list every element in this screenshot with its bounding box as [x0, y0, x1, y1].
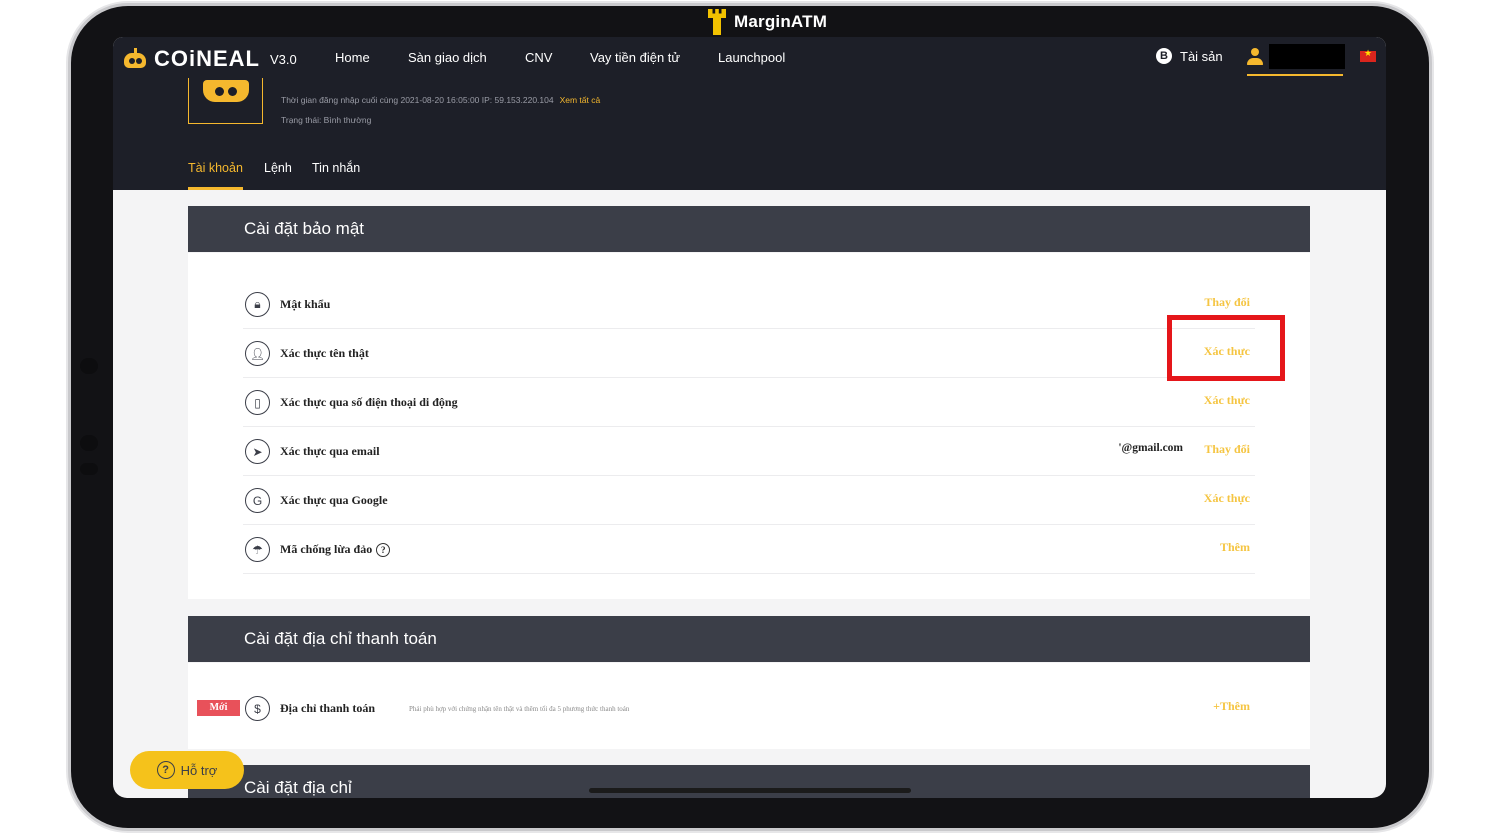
side-button	[80, 358, 98, 374]
payment-section-title: Cài đặt địa chỉ thanh toán	[188, 616, 1310, 662]
user-icon	[1247, 48, 1263, 66]
question-icon: ?	[156, 761, 175, 779]
phone-icon: ▯	[245, 390, 270, 415]
support-button[interactable]: ? Hỗ trợ	[130, 751, 244, 789]
tab-orders[interactable]: Lệnh	[264, 161, 292, 190]
redacted-username	[1269, 44, 1345, 69]
payment-row: $ Địa chỉ thanh toán +Thêm	[243, 684, 1255, 733]
last-login-info: Thời gian đăng nhập cuối cùng 2021-08-20…	[281, 95, 600, 105]
tab-messages[interactable]: Tin nhắn	[312, 161, 360, 190]
security-section-title: Cài đặt bảo mật	[188, 206, 1310, 252]
row-label: Mã chống lừa đảo?	[280, 542, 391, 558]
assets-label: Tài sản	[1180, 48, 1223, 64]
top-navigation: COiNEAL V3.0 Home Sàn giao dịch CNV Vay …	[113, 37, 1386, 78]
verify-phone-button[interactable]: Xác thực	[1204, 393, 1250, 408]
robot-logo-icon	[122, 48, 148, 70]
umbrella-icon: ☂︎	[245, 537, 270, 562]
row-label: Xác thực qua số điện thoại di động	[280, 395, 458, 409]
row-label: Xác thực tên thật	[280, 346, 369, 360]
nav-cnv[interactable]: CNV	[525, 50, 552, 65]
new-badge: Mới	[197, 700, 240, 716]
security-row-email: ➤ Xác thực qua email '@gmail.com Thay đổ…	[243, 427, 1255, 476]
lock-icon: 🔒︎	[245, 292, 270, 317]
row-label: Xác thực qua email	[280, 444, 380, 458]
last-login-text: Thời gian đăng nhập cuối cùng 2021-08-20…	[281, 95, 554, 105]
security-row-real-name: 👤︎ Xác thực tên thật Xác thực	[243, 329, 1255, 378]
verify-google-button[interactable]: Xác thực	[1204, 491, 1250, 506]
security-row-anti-phishing: ☂︎ Mã chống lừa đảo? Thêm	[243, 525, 1255, 574]
logo-version: V3.0	[270, 51, 297, 67]
change-email-button[interactable]: Thay đổi	[1204, 442, 1250, 457]
coin-icon: $	[245, 696, 270, 721]
user-menu[interactable]	[1247, 42, 1345, 76]
highlight-box	[1167, 315, 1285, 381]
nav-exchange[interactable]: Sàn giao dịch	[408, 50, 487, 65]
payment-section: Mới $ Địa chỉ thanh toán +Thêm Phải phù …	[188, 663, 1310, 749]
brand-watermark: MarginATM	[708, 9, 827, 35]
security-row-phone: ▯ Xác thực qua số điện thoại di động Xác…	[243, 378, 1255, 427]
add-payment-button[interactable]: +Thêm	[1213, 699, 1250, 714]
row-label: Mật khẩu	[280, 297, 331, 311]
robot-avatar-icon	[203, 80, 249, 102]
security-row-google: G Xác thực qua Google Xác thực	[243, 476, 1255, 525]
side-button	[80, 435, 98, 451]
home-indicator	[589, 788, 911, 793]
screen: COiNEAL V3.0 Home Sàn giao dịch CNV Vay …	[113, 37, 1386, 798]
profile-header: Thời gian đăng nhập cuối cùng 2021-08-20…	[113, 78, 1386, 190]
coineal-logo[interactable]: COiNEAL V3.0	[122, 46, 297, 72]
view-all-link[interactable]: Xem tất cả	[560, 95, 601, 105]
nav-crypto-loans[interactable]: Vay tiền điện tử	[590, 50, 680, 65]
help-icon[interactable]: ?	[376, 543, 391, 558]
email-value: '@gmail.com	[1118, 442, 1183, 454]
tab-account[interactable]: Tài khoản	[188, 161, 243, 190]
anti-phishing-label: Mã chống lừa đảo	[280, 542, 373, 556]
change-password-button[interactable]: Thay đổi	[1204, 295, 1250, 310]
row-label: Địa chỉ thanh toán	[280, 701, 376, 715]
bitcoin-icon: B	[1156, 48, 1172, 64]
security-row-password: 🔒︎ Mật khẩu Thay đổi	[243, 280, 1255, 329]
account-status: Trạng thái: Bình thường	[281, 115, 372, 125]
add-anti-phishing-button[interactable]: Thêm	[1220, 540, 1250, 555]
nav-home[interactable]: Home	[335, 50, 370, 65]
brand-name: MarginATM	[734, 12, 828, 31]
row-label: Xác thực qua Google	[280, 493, 388, 507]
person-icon: 👤︎	[245, 341, 270, 366]
logo-text: COiNEAL	[154, 46, 260, 71]
google-icon: G	[245, 488, 270, 513]
security-section: 🔒︎ Mật khẩu Thay đổi 👤︎ Xác thực tên thậ…	[188, 253, 1310, 599]
side-button	[80, 463, 98, 475]
send-icon: ➤	[245, 439, 270, 464]
address-section-title: Cài đặt địa chỉ	[188, 765, 1310, 798]
nav-launchpool[interactable]: Launchpool	[718, 50, 785, 65]
margin-atm-logo-icon	[708, 9, 726, 35]
assets-menu[interactable]: B Tài sản	[1156, 48, 1223, 64]
payment-note: Phải phù hợp với chứng nhận tên thật và …	[409, 705, 630, 713]
vietnam-flag-icon[interactable]	[1360, 48, 1376, 62]
avatar	[188, 78, 263, 124]
support-label: Hỗ trợ	[180, 762, 218, 778]
